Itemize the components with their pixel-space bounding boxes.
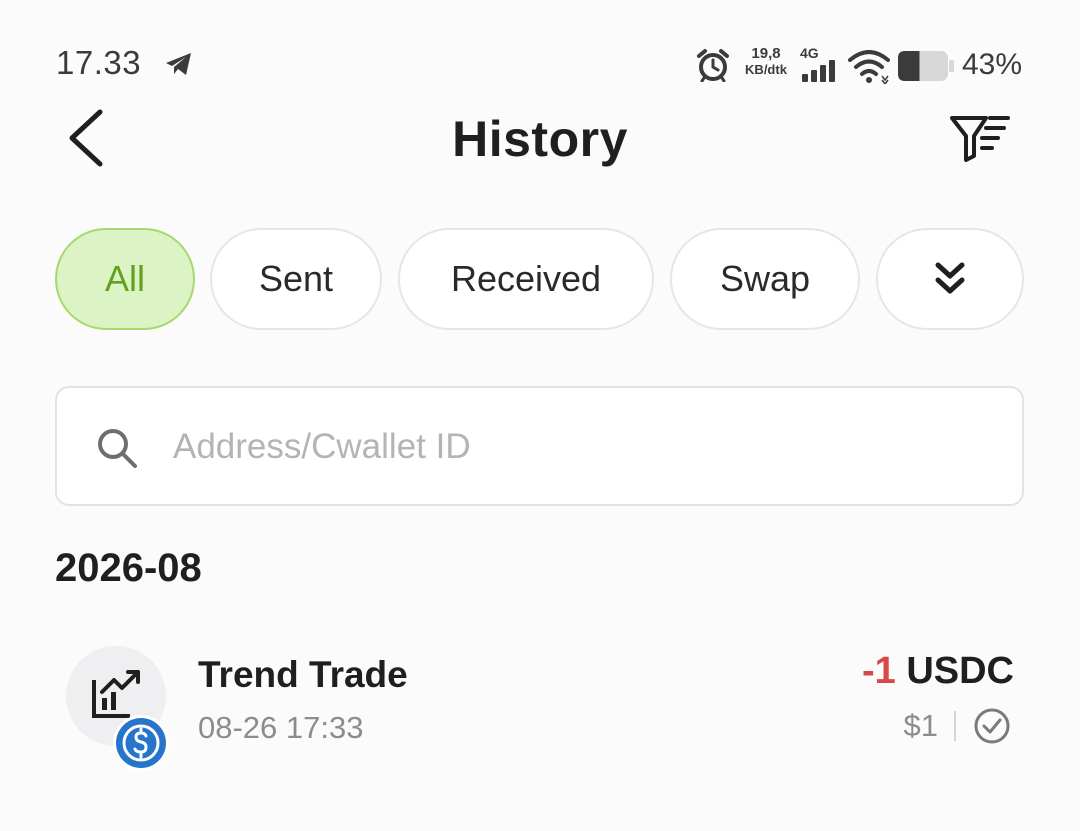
- transaction-fiat-value: $1: [903, 708, 938, 743]
- alarm-icon: [697, 49, 729, 82]
- transaction-meta: $1: [904, 704, 1012, 748]
- network-type: 4G: [800, 45, 819, 61]
- transaction-currency: USDC: [906, 650, 1014, 692]
- status-bar: 17.33 19,8 KB/dtk 4G 43%: [0, 40, 1080, 92]
- search-icon: [98, 429, 137, 468]
- transaction-amount-value: -1: [861, 650, 896, 692]
- history-screen: 17.33 19,8 KB/dtk 4G 43% History All Sen…: [0, 0, 1080, 831]
- page-title: History: [452, 111, 628, 167]
- filter-chip-swap[interactable]: Swap: [670, 228, 860, 330]
- signal-icon: [802, 60, 835, 82]
- network-speed-value: 19,8: [751, 45, 781, 62]
- check-circle-icon: [974, 708, 1010, 744]
- transaction-amount: -1 USDC: [862, 650, 1014, 693]
- divider: [954, 711, 956, 741]
- search-input[interactable]: [173, 418, 993, 476]
- usdc-icon: [113, 715, 169, 771]
- chevrons-down-icon: [935, 262, 965, 294]
- more-filters-button[interactable]: [876, 228, 1024, 330]
- battery-icon: [898, 51, 954, 81]
- battery-percent: 43%: [962, 48, 1023, 81]
- transaction-date: 08-26 17:33: [198, 710, 364, 745]
- month-header: 2026-08: [55, 546, 202, 590]
- filter-icon[interactable]: [946, 108, 1014, 168]
- network-speed-unit: KB/dtk: [745, 62, 787, 77]
- search-box: [55, 386, 1024, 506]
- filter-chip-all[interactable]: All: [55, 228, 195, 330]
- telegram-icon: [166, 53, 191, 75]
- transaction-name: Trend Trade: [198, 654, 408, 695]
- transaction-row[interactable]: Trend Trade 08-26 17:33 -1 USDC $1: [0, 630, 1080, 780]
- network-speed: 19,8 KB/dtk: [740, 46, 792, 78]
- status-time: 17.33: [56, 44, 142, 81]
- filter-chip-received[interactable]: Received: [398, 228, 654, 330]
- filter-chip-sent[interactable]: Sent: [210, 228, 382, 330]
- wifi-icon: [848, 50, 890, 84]
